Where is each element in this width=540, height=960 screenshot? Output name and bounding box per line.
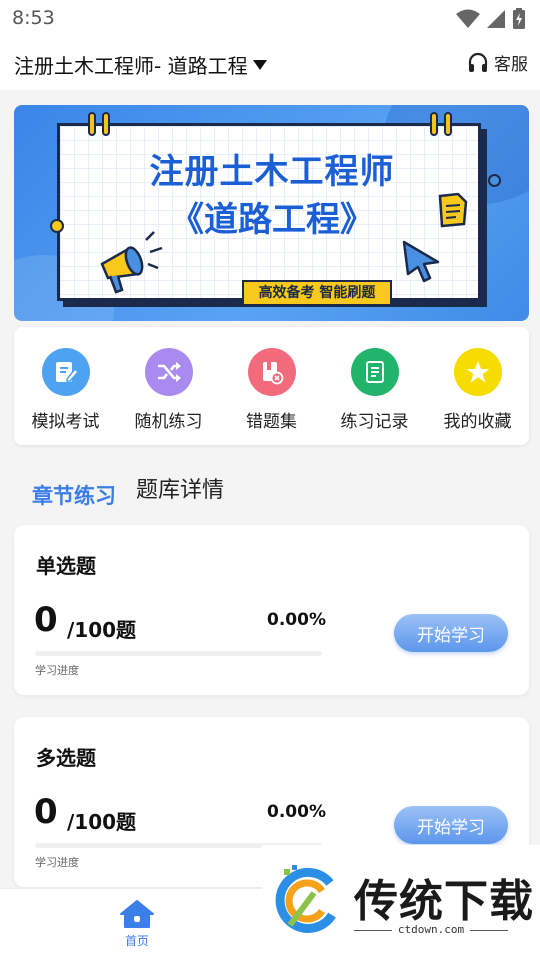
notebook-ring bbox=[88, 112, 96, 136]
watermark-logo-icon bbox=[275, 865, 336, 933]
progress-bar bbox=[35, 651, 322, 656]
quick-action-mock-exam[interactable]: 模拟考试 bbox=[14, 327, 117, 445]
banner-notebook: 注册土木工程师 《道路工程》 高效备考 智能刷题 bbox=[57, 112, 501, 306]
nav-home-label: 首页 bbox=[124, 934, 149, 948]
quick-action-icon-bg bbox=[247, 348, 296, 396]
watermark: 传统下载 ctdown.com bbox=[262, 845, 540, 960]
quick-action-icon-bg bbox=[41, 348, 90, 396]
quick-action-random-practice[interactable]: 随机练习 bbox=[117, 327, 220, 445]
progress-percent: 0.00% bbox=[267, 802, 326, 822]
quick-action-label: 练习记录 bbox=[340, 412, 409, 432]
status-time: 8:53 bbox=[12, 7, 55, 29]
decoration-dot bbox=[488, 174, 501, 187]
decoration-dot bbox=[50, 219, 64, 233]
tab-chapter-practice[interactable]: 章节练习 bbox=[32, 480, 116, 512]
megaphone-icon bbox=[100, 231, 163, 294]
headset-icon bbox=[468, 52, 488, 72]
banner-tag: 高效备考 智能刷题 bbox=[242, 280, 392, 306]
section-card-single-choice: 单选题 0 /100题 0.00% 学习进度 开始学习 bbox=[14, 525, 529, 695]
banner-title: 注册土木工程师 bbox=[149, 152, 395, 192]
quick-actions: 模拟考试 随机练习 错题集 练习记录 我的收藏 bbox=[14, 327, 529, 445]
quick-action-label: 随机练习 bbox=[134, 412, 203, 432]
start-learning-button[interactable]: 开始学习 bbox=[394, 614, 508, 652]
nav-home[interactable]: 首页 bbox=[112, 899, 162, 949]
progress-label: 学习进度 bbox=[35, 856, 79, 869]
wifi-icon bbox=[456, 9, 480, 28]
quick-action-favorites[interactable]: 我的收藏 bbox=[426, 327, 529, 445]
section-title: 单选题 bbox=[36, 554, 96, 578]
record-icon bbox=[365, 361, 384, 383]
quick-action-label: 我的收藏 bbox=[443, 412, 512, 432]
quick-action-icon-bg bbox=[453, 348, 502, 396]
quick-action-icon-bg bbox=[350, 348, 399, 396]
caret-down-icon bbox=[252, 59, 267, 70]
home-icon bbox=[120, 900, 154, 928]
subject-title: 注册土木工程师- 道路工程 bbox=[14, 54, 248, 78]
document-icon bbox=[438, 192, 468, 228]
completed-count: 0 bbox=[34, 600, 58, 640]
system-icons bbox=[456, 8, 526, 30]
section-tabs: 章节练习 题库详情 bbox=[32, 472, 224, 512]
quick-action-practice-record[interactable]: 练习记录 bbox=[323, 327, 426, 445]
notebook-ring bbox=[444, 112, 452, 136]
watermark-text: 传统下载 bbox=[354, 876, 534, 927]
promo-banner[interactable]: 注册土木工程师 《道路工程》 高效备考 智能刷题 bbox=[14, 105, 529, 321]
total-count: /100题 bbox=[67, 618, 137, 642]
progress-percent: 0.00% bbox=[267, 610, 326, 630]
start-learning-button[interactable]: 开始学习 bbox=[394, 806, 508, 844]
section-title: 多选题 bbox=[36, 746, 96, 770]
wrong-book-icon bbox=[262, 362, 283, 385]
quick-action-icon-bg bbox=[144, 348, 193, 396]
quick-action-wrong-questions[interactable]: 错题集 bbox=[220, 327, 323, 445]
cursor-arrow-icon bbox=[402, 240, 440, 283]
customer-service-button[interactable]: 客服 bbox=[466, 50, 528, 75]
shuffle-icon bbox=[157, 362, 181, 382]
top-bar: 注册土木工程师- 道路工程 客服 bbox=[0, 38, 540, 90]
service-label: 客服 bbox=[494, 55, 528, 75]
quick-action-label: 模拟考试 bbox=[31, 412, 100, 432]
completed-count: 0 bbox=[34, 792, 58, 832]
subject-selector[interactable]: 注册土木工程师- 道路工程 bbox=[14, 50, 268, 79]
total-count: /100题 bbox=[67, 810, 137, 834]
notebook-ring bbox=[102, 112, 110, 136]
star-icon bbox=[466, 361, 489, 383]
signal-icon bbox=[487, 10, 505, 28]
tab-question-bank-details[interactable]: 题库详情 bbox=[136, 472, 224, 512]
battery-icon bbox=[513, 8, 525, 29]
exam-edit-icon bbox=[55, 362, 79, 382]
progress-label: 学习进度 bbox=[35, 664, 79, 677]
status-bar: 8:53 bbox=[0, 0, 540, 38]
quick-action-label: 错题集 bbox=[246, 412, 297, 432]
notebook-ring bbox=[430, 112, 438, 136]
watermark-divider bbox=[470, 930, 508, 931]
